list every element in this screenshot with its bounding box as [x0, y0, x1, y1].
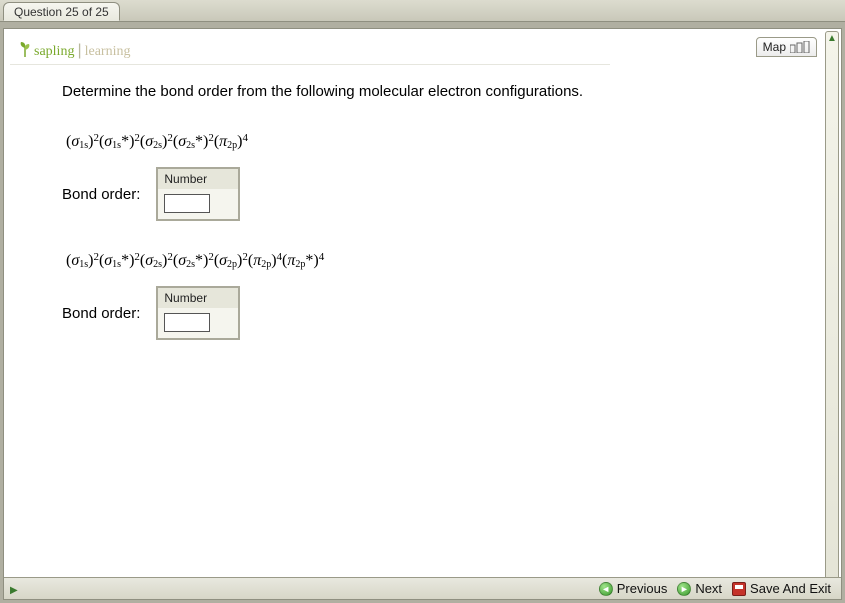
next-label: Next: [695, 581, 722, 596]
electron-config-2: (σ1s)2(σ1s*)2(σ2s)2(σ2s*)2(σ2p)2(π2p)4(π…: [66, 251, 811, 270]
bond-order-input-1[interactable]: [164, 194, 210, 213]
bond-order-label-2: Bond order:: [62, 305, 140, 322]
save-exit-button[interactable]: Save And Exit: [732, 581, 831, 596]
question-tab-label: Question 25 of 25: [14, 5, 109, 19]
bond-order-label-1: Bond order:: [62, 186, 140, 203]
previous-button[interactable]: ◄ Previous: [599, 581, 668, 596]
brand-text-a: sapling: [34, 44, 74, 60]
question-prompt: Determine the bond order from the follow…: [62, 83, 811, 100]
number-header-2: Number: [158, 288, 238, 308]
save-icon: [732, 582, 746, 596]
leaf-icon: [18, 41, 32, 60]
brand-text-b: learning: [85, 44, 131, 60]
top-bar: Question 25 of 25: [0, 0, 845, 22]
question-tab[interactable]: Question 25 of 25: [3, 2, 120, 21]
previous-label: Previous: [617, 581, 668, 596]
bond-order-input-2[interactable]: [164, 313, 210, 332]
play-icon[interactable]: ▶: [10, 585, 18, 596]
content-frame: ▲ ▼ Map saplin: [3, 28, 842, 600]
save-exit-label: Save And Exit: [750, 581, 831, 596]
brand-header: sapling | learning: [10, 35, 610, 65]
app-window: Question 25 of 25 ▲ ▼ Map: [0, 0, 845, 603]
content-area: Map sapling | learning: [10, 35, 821, 575]
question-body: Determine the bond order from the follow…: [10, 65, 821, 380]
electron-config-1: (σ1s)2(σ1s*)2(σ2s)2(σ2s*)2(π2p)4: [66, 132, 811, 151]
answer-row-2: Bond order: Number: [62, 286, 811, 340]
map-button[interactable]: Map: [756, 37, 817, 57]
previous-icon: ◄: [599, 582, 613, 596]
map-button-label: Map: [763, 40, 786, 54]
map-icon: [790, 41, 810, 53]
number-box-2: Number: [156, 286, 240, 340]
number-box-1: Number: [156, 167, 240, 221]
nav-bar: ▶ ◄ Previous ► Next Save And Exit: [4, 577, 841, 599]
scroll-up-icon[interactable]: ▲: [826, 32, 838, 45]
next-button[interactable]: ► Next: [677, 581, 722, 596]
next-icon: ►: [677, 582, 691, 596]
number-header-1: Number: [158, 169, 238, 189]
answer-row-1: Bond order: Number: [62, 167, 811, 221]
vertical-scrollbar[interactable]: ▲ ▼: [825, 31, 839, 597]
brand-separator: |: [77, 42, 81, 60]
